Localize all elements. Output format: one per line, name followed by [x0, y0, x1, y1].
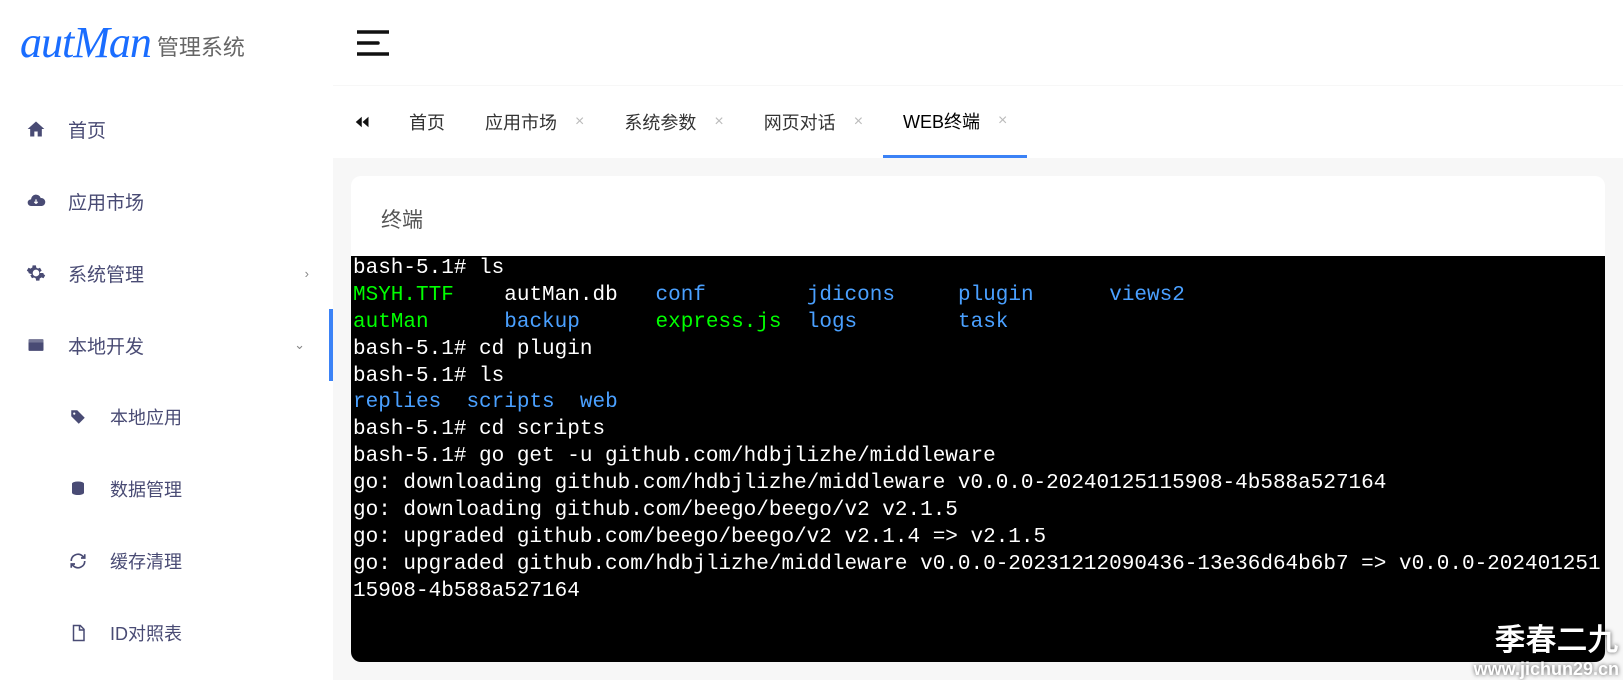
brand-logo: autMan [20, 17, 151, 68]
chevron-down-icon: ⌄ [294, 337, 305, 353]
tab-webchat[interactable]: 网页对话 × [744, 86, 883, 158]
home-icon [24, 119, 48, 139]
sidebar-item-label: 首页 [68, 116, 309, 143]
cloud-down-icon [24, 191, 48, 211]
tab-label: 系统参数 [624, 109, 696, 135]
sidebar-item-label: 本地开发 [68, 332, 294, 359]
sidebar-item-label: 系统管理 [68, 260, 305, 287]
file-icon [66, 624, 90, 642]
sidebar-item-market[interactable]: 应用市场 [0, 165, 333, 237]
content-area: 终端 bash-5.1# lsMSYH.TTF autMan.db conf j… [333, 158, 1623, 680]
close-icon[interactable]: × [714, 113, 723, 131]
tags-icon [66, 408, 90, 426]
menu-toggle-button[interactable] [357, 29, 389, 57]
tab-webterm[interactable]: WEB终端 × [883, 86, 1027, 158]
sidebar-item-home[interactable]: 首页 [0, 93, 333, 165]
chevron-right-icon: › [305, 266, 309, 281]
refresh-icon [66, 552, 90, 570]
gear-icon [24, 263, 48, 283]
tab-sysparam[interactable]: 系统参数 × [604, 86, 743, 158]
main: 首页 应用市场 × 系统参数 × 网页对话 × WEB终端 × 终端 bash-… [333, 0, 1623, 680]
sidebar-item-label: 缓存清理 [110, 548, 309, 574]
sidebar-item-label: 应用市场 [68, 188, 309, 215]
tab-label: 应用市场 [485, 109, 557, 135]
sidebar-item-label: 本地应用 [110, 404, 309, 430]
sidebar-item-system[interactable]: 系统管理 › [0, 237, 333, 309]
tab-rewind-button[interactable] [343, 113, 379, 131]
hamburger-icon [357, 29, 389, 57]
sidebar-subitem-idtable[interactable]: ID对照表 [0, 597, 333, 669]
box-icon [24, 335, 48, 355]
close-icon[interactable]: × [854, 113, 863, 131]
rewind-icon [352, 113, 370, 131]
sidebar-item-label: ID对照表 [110, 620, 309, 646]
close-icon[interactable]: × [575, 113, 584, 131]
sidebar: autMan 管理系统 首页 应用市场 系统管理 › 本地开发 ⌄ 本地应用 [0, 0, 333, 680]
brand-subtitle: 管理系统 [157, 30, 245, 62]
terminal-panel: 终端 bash-5.1# lsMSYH.TTF autMan.db conf j… [351, 176, 1605, 662]
brand: autMan 管理系统 [0, 0, 333, 85]
sidebar-subitem-localapp[interactable]: 本地应用 [0, 381, 333, 453]
topbar [333, 0, 1623, 85]
close-icon[interactable]: × [998, 112, 1007, 130]
database-icon [66, 480, 90, 498]
terminal-output[interactable]: bash-5.1# lsMSYH.TTF autMan.db conf jdic… [351, 256, 1605, 662]
tab-market[interactable]: 应用市场 × [465, 86, 604, 158]
tab-label: 首页 [409, 109, 445, 135]
tab-home[interactable]: 首页 [389, 86, 465, 158]
tabs: 首页 应用市场 × 系统参数 × 网页对话 × WEB终端 × [333, 86, 1623, 158]
nav: 首页 应用市场 系统管理 › 本地开发 ⌄ 本地应用 数据管理 缓存清理 [0, 85, 333, 680]
sidebar-subitem-datamgr[interactable]: 数据管理 [0, 453, 333, 525]
tab-label: 网页对话 [764, 109, 836, 135]
sidebar-item-localdev[interactable]: 本地开发 ⌄ [0, 309, 333, 381]
sidebar-item-label: 数据管理 [110, 476, 309, 502]
sidebar-subitem-cacheclear[interactable]: 缓存清理 [0, 525, 333, 597]
tab-label: WEB终端 [903, 108, 980, 134]
panel-title: 终端 [351, 176, 1605, 256]
